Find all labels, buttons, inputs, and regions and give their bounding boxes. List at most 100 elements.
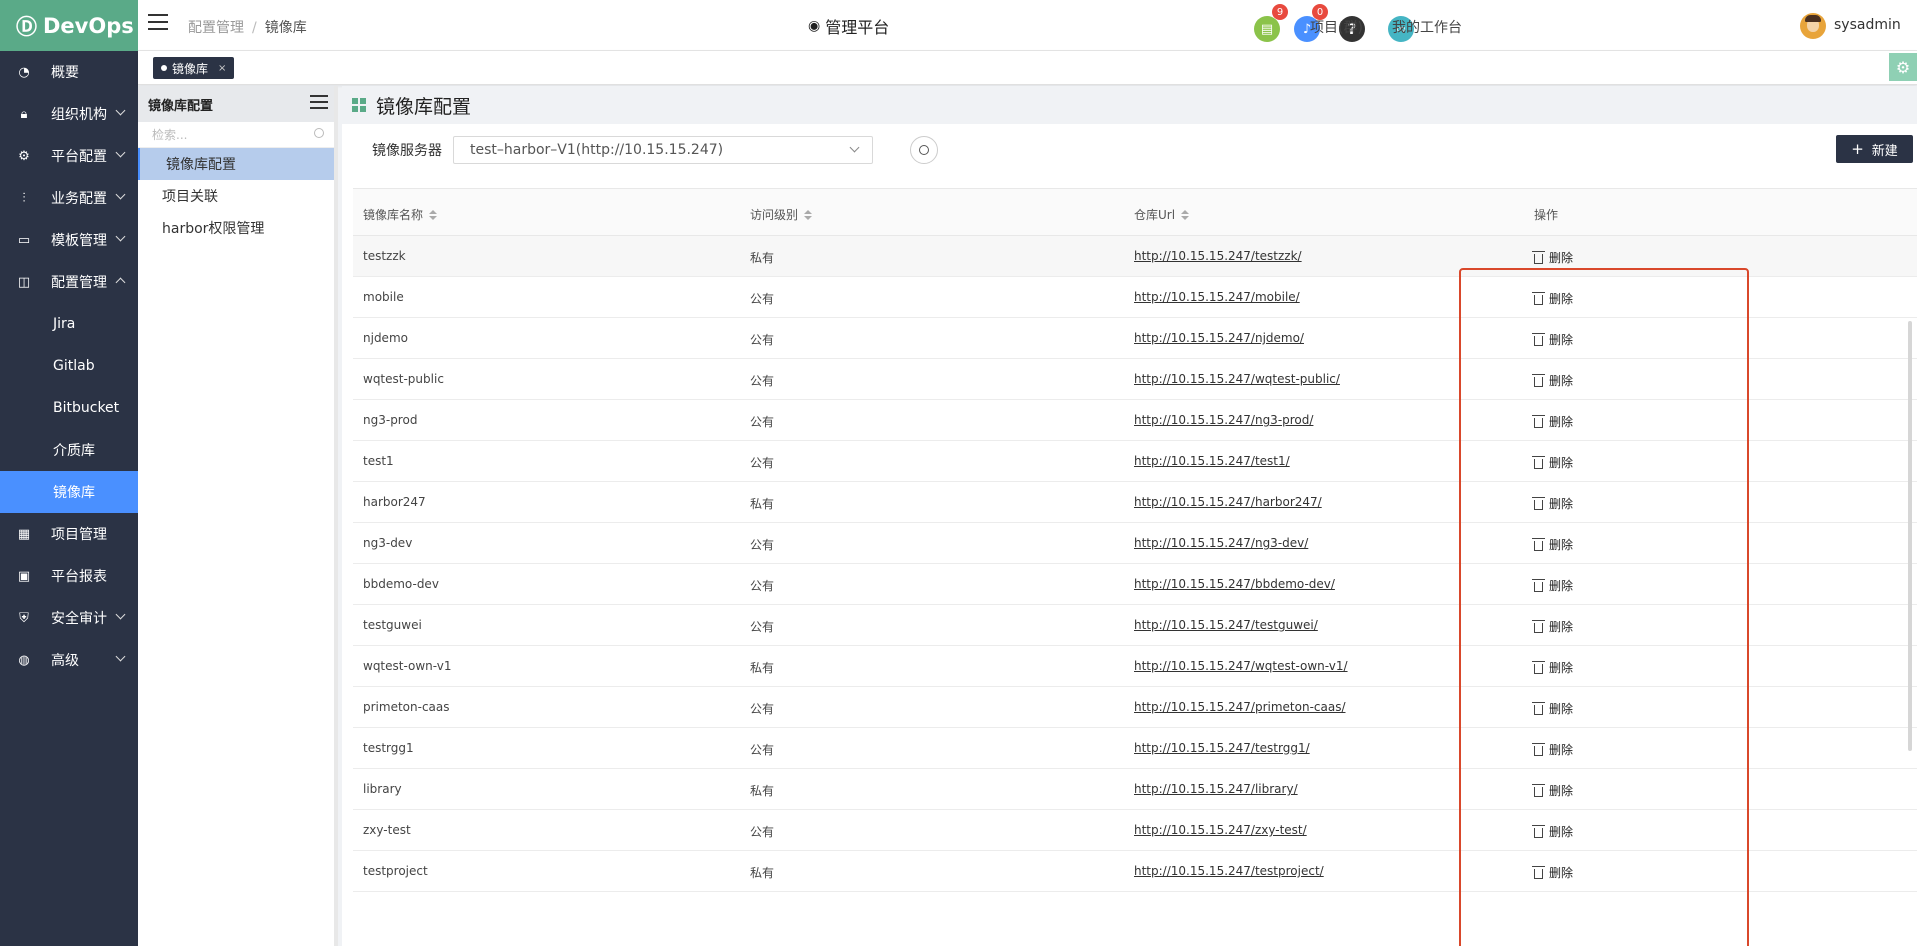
delete-button[interactable]: 删除: [1532, 741, 1574, 758]
monitor-icon: ▣: [17, 568, 31, 584]
chevron-down-icon: [115, 189, 126, 200]
table-scrollbar[interactable]: [1908, 321, 1912, 751]
grid-icon: ▦: [17, 526, 31, 542]
table-row: ng3-prod 公有 http://10.15.15.247/ng3-prod/删…: [353, 400, 1917, 441]
trash-icon: [1532, 250, 1545, 264]
delete-button[interactable]: 删除: [1532, 249, 1573, 266]
breadcrumb-parent[interactable]: 配置管理: [188, 20, 244, 36]
trash-icon: [1532, 332, 1545, 346]
nav-item-a2[interactable]: ⛨ 安全审计: [0, 597, 138, 639]
cell-level: 公有: [750, 702, 775, 716]
delete-button[interactable]: 删除: [1532, 290, 1574, 307]
table-row: ng3-dev 公有 http://10.15.15.247/ng3-dev/删除: [353, 523, 1917, 564]
avatar[interactable]: [1800, 13, 1826, 39]
nav-item-label: 高级: [51, 653, 79, 669]
cell-level: 公有: [750, 415, 775, 429]
panel-menu-icon[interactable]: [310, 95, 328, 109]
nav-subitem-3[interactable]: 介质库: [0, 429, 138, 471]
cell-url-link[interactable]: http://10.15.15.247/testrgg1/: [1134, 741, 1310, 755]
delete-label: 删除: [1549, 292, 1574, 306]
tab-close-icon[interactable]: ×: [218, 63, 226, 74]
delete-button[interactable]: 删除: [1532, 577, 1573, 594]
cell-url-link[interactable]: http://10.15.15.247/primeton-caas/: [1134, 700, 1346, 714]
trash-icon: [1532, 742, 1545, 756]
cell-url-link[interactable]: http://10.15.15.247/bbdemo-dev/: [1134, 577, 1335, 591]
cell-url-link[interactable]: http://10.15.15.247/zxy-test/: [1134, 823, 1307, 837]
username[interactable]: sysadmin: [1834, 17, 1901, 33]
table-row: testrgg1 公有 http://10.15.15.247/testrgg1/删…: [353, 728, 1917, 769]
tab-mirror-repo[interactable]: 镜像库 ×: [153, 57, 235, 79]
delete-button[interactable]: 删除: [1532, 659, 1573, 676]
delete-button[interactable]: 删除: [1532, 864, 1573, 881]
delete-button[interactable]: 删除: [1532, 700, 1573, 717]
delete-button[interactable]: 删除: [1532, 618, 1573, 635]
projects-link[interactable]: 项目(群): [1310, 17, 1363, 37]
cell-url-link[interactable]: http://10.15.15.247/mobile/: [1134, 290, 1300, 304]
nav-item-t2[interactable]: ⚙ 平台配置: [0, 135, 138, 177]
cell-url-link[interactable]: http://10.15.15.247/testguwei/: [1134, 618, 1318, 632]
nav-subitem-2[interactable]: Bitbucket: [0, 387, 138, 429]
cell-url-link[interactable]: http://10.15.15.247/wqtest-own-v1/: [1134, 659, 1348, 673]
search-icon[interactable]: [314, 128, 324, 138]
search-button[interactable]: [910, 136, 938, 164]
col-name-header[interactable]: 镜像库名称: [363, 206, 438, 223]
cell-level: 公有: [750, 743, 775, 757]
nav-item-a1[interactable]: ▣ 平台报表: [0, 555, 138, 597]
nav-subitem-0[interactable]: Jira: [0, 303, 138, 345]
delete-button[interactable]: 删除: [1532, 372, 1573, 389]
delete-button[interactable]: 删除: [1532, 454, 1574, 471]
grid-icon: [352, 98, 366, 112]
delete-button[interactable]: 删除: [1532, 782, 1573, 799]
delete-button[interactable]: 删除: [1532, 495, 1573, 512]
nav-item-a0[interactable]: ▦ 项目管理: [0, 513, 138, 555]
chevron-up-icon: [115, 277, 126, 288]
settings-button[interactable]: ⚙: [1889, 53, 1917, 81]
cell-url-link[interactable]: http://10.15.15.247/njdemo/: [1134, 331, 1304, 345]
new-button[interactable]: + 新建: [1836, 135, 1913, 163]
nav-item-t1[interactable]: 🔒︎ 组织机构: [0, 93, 138, 135]
cell-url-link[interactable]: http://10.15.15.247/testproject/: [1134, 864, 1324, 878]
panel-search-input[interactable]: 检索...: [138, 122, 334, 148]
nav-item-a3[interactable]: ◍ 高级: [0, 639, 138, 681]
nav-item-t3[interactable]: ⫶ 业务配置: [0, 177, 138, 219]
panel-link-mirror-config[interactable]: 镜像库配置: [138, 148, 334, 180]
delete-label: 删除: [1549, 743, 1574, 757]
delete-label: 删除: [1549, 456, 1574, 470]
new-button-label: 新建: [1871, 143, 1898, 159]
document-button[interactable]: ▤ 9: [1254, 4, 1288, 42]
menu-toggle-icon[interactable]: [148, 14, 168, 30]
cell-level: 私有: [750, 497, 775, 511]
panel-link-project-assoc[interactable]: 项目关联: [138, 180, 334, 212]
cell-url-link[interactable]: http://10.15.15.247/wqtest-public/: [1134, 372, 1340, 386]
delete-button[interactable]: 删除: [1532, 413, 1573, 430]
panel-link-harbor-permission[interactable]: harbor权限管理: [138, 212, 334, 244]
nav-item-t4[interactable]: ▭ 模板管理: [0, 219, 138, 261]
cell-url-link[interactable]: http://10.15.15.247/ng3-prod/: [1134, 413, 1313, 427]
delete-button[interactable]: 删除: [1532, 331, 1573, 348]
workspace-link[interactable]: 我的工作台: [1392, 17, 1462, 37]
sort-icon[interactable]: [429, 209, 438, 220]
server-select[interactable]: test–harbor–V1(http://10.15.15.247): [453, 136, 873, 164]
breadcrumb-separator: /: [252, 20, 257, 36]
app-logo[interactable]: Ⓓ DevOps: [0, 0, 138, 51]
cell-url-link[interactable]: http://10.15.15.247/testzzk/: [1134, 249, 1302, 263]
cell-url-link[interactable]: http://10.15.15.247/harbor247/: [1134, 495, 1322, 509]
cell-url-link[interactable]: http://10.15.15.247/library/: [1134, 782, 1298, 796]
cell-url-link[interactable]: http://10.15.15.247/ng3-dev/: [1134, 536, 1308, 550]
nav-item-t0[interactable]: ◔ 概要: [0, 51, 138, 93]
col-level-header[interactable]: 访问级别: [750, 206, 813, 223]
col-action-label: 操作: [1534, 208, 1559, 222]
trash-icon: [1532, 701, 1545, 715]
nav-item-label: 项目管理: [51, 527, 107, 543]
delete-button[interactable]: 删除: [1532, 536, 1573, 553]
cell-level: 公有: [750, 579, 775, 593]
chevron-down-icon: [115, 651, 126, 662]
delete-button[interactable]: 删除: [1532, 823, 1573, 840]
nav-item-t5[interactable]: ◫ 配置管理: [0, 261, 138, 303]
sort-icon[interactable]: [804, 209, 813, 220]
nav-subitem-4[interactable]: 镜像库: [0, 471, 138, 513]
cell-url-link[interactable]: http://10.15.15.247/test1/: [1134, 454, 1290, 468]
sort-icon[interactable]: [1181, 209, 1190, 220]
nav-subitem-1[interactable]: Gitlab: [0, 345, 138, 387]
col-url-header[interactable]: 仓库Url: [1134, 206, 1190, 223]
